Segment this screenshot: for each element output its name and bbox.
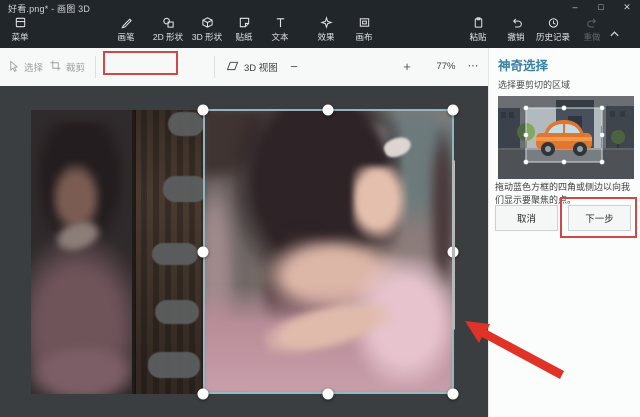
zoom-in-button[interactable]: + (399, 48, 415, 86)
menu-button[interactable]: 菜单 (2, 16, 38, 46)
menu-label: 菜单 (11, 31, 28, 43)
select-label: 选择 (24, 60, 43, 74)
selection-handle-middle-left[interactable] (198, 247, 209, 258)
tool-canvas[interactable]: 画布 (342, 16, 386, 46)
action-label: 撤销 (507, 31, 524, 43)
next-button[interactable]: 下一步 (568, 205, 631, 231)
2d-shapes-icon (162, 16, 175, 29)
selection-handle-top-left[interactable] (198, 105, 209, 116)
tool-brush[interactable]: 画笔 (104, 16, 148, 46)
select-tool[interactable]: 选择 (8, 48, 43, 86)
tool-label: 贴纸 (235, 31, 252, 43)
collapse-ribbon-button[interactable] (608, 26, 621, 44)
window-controls: – □ ✕ (562, 0, 640, 14)
drawing-canvas[interactable] (0, 86, 488, 417)
vertical-scrollbar[interactable] (452, 160, 455, 330)
history-icon (547, 16, 560, 29)
tool-label: 效果 (317, 31, 334, 43)
tool-label: 画布 (355, 31, 372, 43)
tool-label: 文本 (271, 31, 288, 43)
window-title: 好看.png* - 画图 3D (8, 2, 90, 15)
tool-label: 画笔 (117, 31, 134, 43)
paint3d-window: 好看.png* - 画图 3D – □ ✕ 菜单 画笔 2D 形状 (0, 0, 640, 417)
selection-handle-bottom-right[interactable] (448, 389, 459, 400)
action-label: 重做 (583, 31, 600, 43)
zoom-percentage[interactable]: 77% (430, 48, 462, 86)
minimize-button[interactable]: – (562, 0, 588, 14)
menu-icon (14, 16, 27, 29)
toolbar-separator (95, 56, 96, 78)
undo-icon (510, 16, 523, 29)
photo-image (31, 110, 453, 394)
blur-blob (168, 112, 204, 136)
cursor-icon (8, 60, 19, 75)
crop-icon (50, 60, 61, 74)
paste-icon (472, 16, 485, 29)
titlebar: 好看.png* - 画图 3D – □ ✕ 菜单 画笔 2D 形状 (0, 0, 640, 48)
selection-handle-top-right[interactable] (448, 105, 459, 116)
magic-select-panel: 神奇选择 选择要剪切的区域 (488, 48, 640, 417)
3d-view-icon (226, 60, 239, 74)
blur-blob (152, 243, 198, 265)
action-label: 粘贴 (469, 31, 486, 43)
close-button[interactable]: ✕ (614, 0, 640, 14)
stickers-icon (238, 16, 251, 29)
panel-instructions: 拖动蓝色方框的四角或侧边以向我们显示要聚焦的点。 (495, 181, 637, 206)
maximize-button[interactable]: □ (588, 0, 614, 14)
view-3d-button[interactable]: 3D 视图 (226, 48, 278, 86)
toolbar-separator (214, 56, 215, 78)
chevron-up-icon (608, 26, 621, 43)
text-icon (274, 16, 287, 29)
selection-handle-bottom-left[interactable] (198, 389, 209, 400)
3d-shapes-icon (201, 16, 214, 29)
tool-label: 2D 形状 (153, 31, 183, 43)
effects-icon (320, 16, 333, 29)
more-options-button[interactable]: ⋯ (463, 48, 483, 86)
magic-select-illustration (498, 96, 634, 179)
redo-icon (586, 16, 599, 29)
history-button[interactable]: 历史记录 (531, 16, 575, 46)
blur-blob (148, 352, 200, 378)
blur-blob (155, 300, 199, 324)
tool-label: 3D 形状 (192, 31, 222, 43)
crop-tool[interactable]: 裁剪 (50, 48, 85, 86)
brush-icon (120, 16, 133, 29)
tool-2d-shapes[interactable]: 2D 形状 (146, 16, 190, 46)
zoom-out-button[interactable]: − (286, 48, 302, 86)
panel-subtitle: 选择要剪切的区域 (498, 78, 570, 91)
selection-handle-top-middle[interactable] (323, 105, 334, 116)
selection-handle-bottom-middle[interactable] (323, 389, 334, 400)
panel-title: 神奇选择 (498, 55, 548, 74)
cancel-button[interactable]: 取消 (495, 205, 558, 231)
blur-blob (163, 176, 207, 202)
crop-label: 裁剪 (66, 60, 85, 74)
tool-text[interactable]: 文本 (258, 16, 302, 46)
action-label: 历史记录 (536, 31, 570, 43)
selection-box[interactable] (203, 109, 454, 394)
view-3d-label: 3D 视图 (244, 60, 278, 74)
canvas-icon (358, 16, 371, 29)
